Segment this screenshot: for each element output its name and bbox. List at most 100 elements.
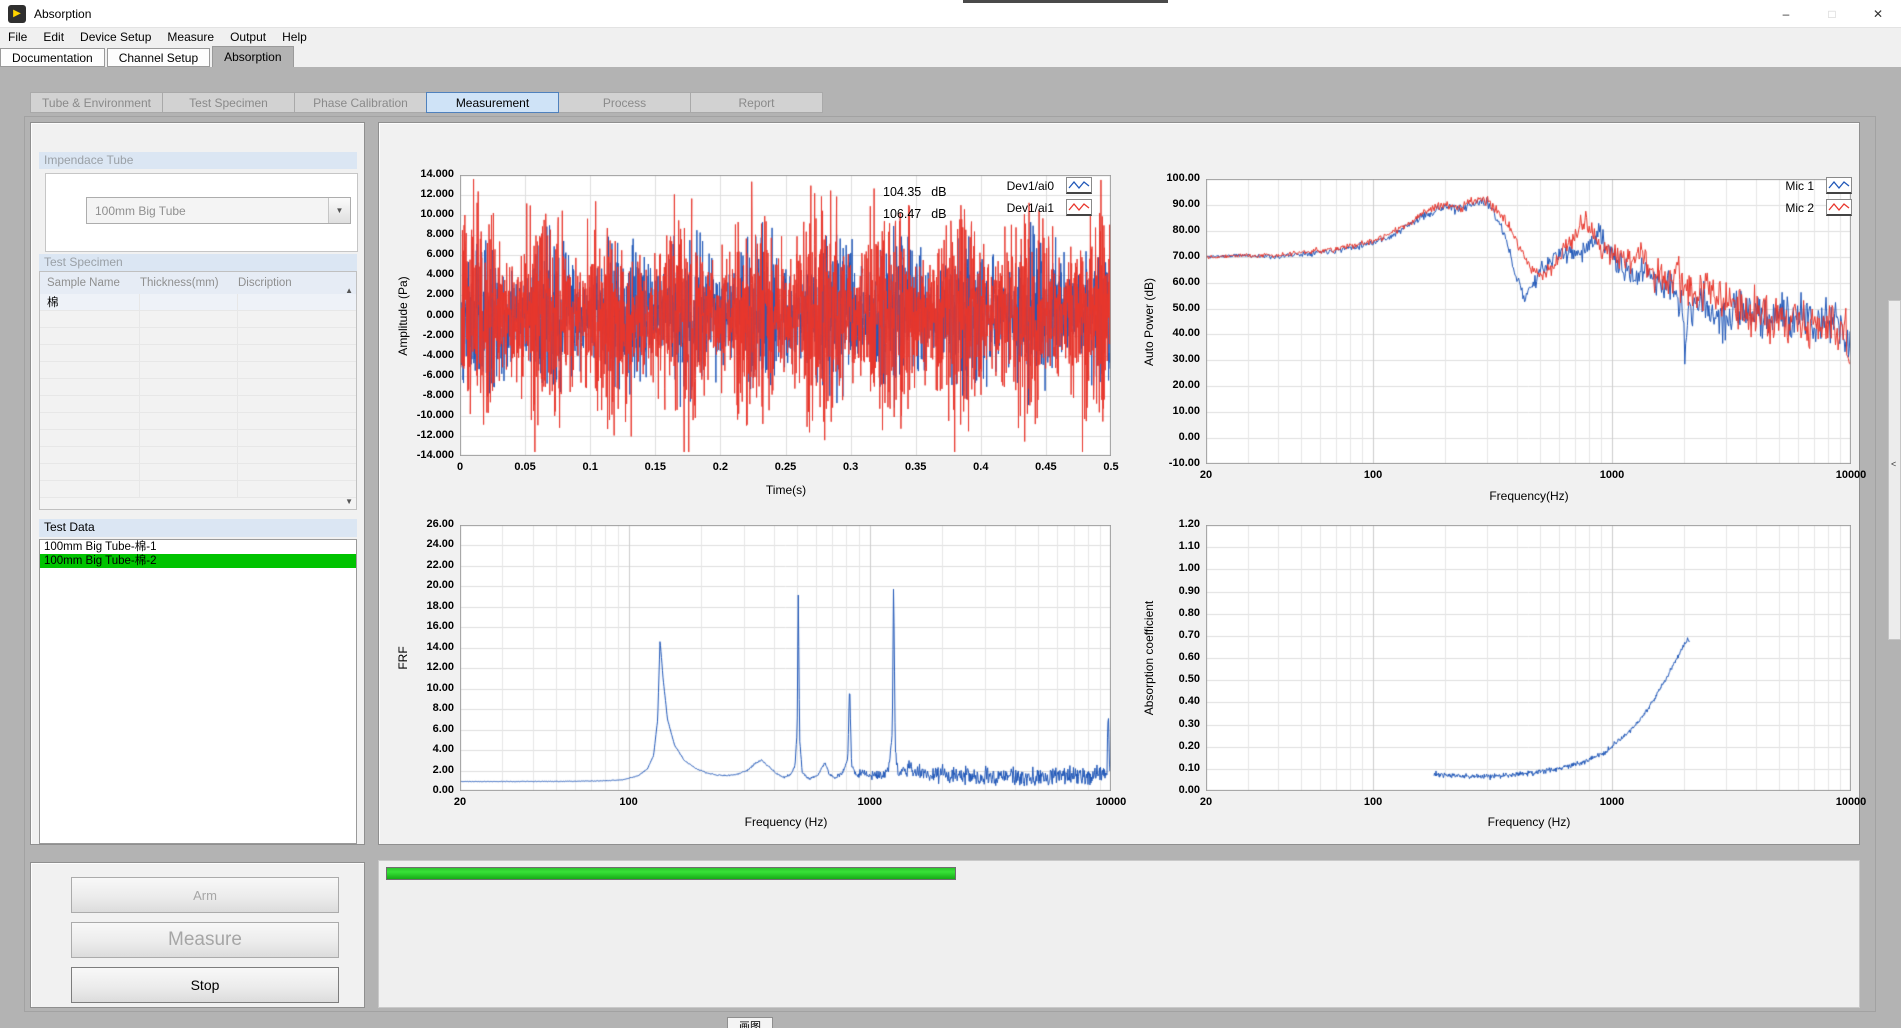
level-reading-ai0: 104.35 dB xyxy=(883,185,947,199)
menu-bar: File Edit Device Setup Measure Output He… xyxy=(0,28,1901,46)
progress-bar-fill xyxy=(387,868,955,879)
table-row-empty xyxy=(40,396,356,413)
tab-absorption[interactable]: Absorption xyxy=(212,46,293,67)
subtab-measurement[interactable]: Measurement xyxy=(426,92,559,113)
table-row-empty xyxy=(40,430,356,447)
c4-y-tick: 0.10 xyxy=(1126,762,1200,774)
window-title: Absorption xyxy=(34,7,91,21)
impedance-tube-header: Impendace Tube xyxy=(39,152,357,169)
tube-select-value: 100mm Big Tube xyxy=(87,204,328,218)
c3-x-tick: 20 xyxy=(430,796,490,808)
charts-panel: Amplitude (Pa) Time(s) Auto Power (dB) F… xyxy=(378,122,1860,845)
subtab-test-specimen[interactable]: Test Specimen xyxy=(162,92,295,113)
subtab-process[interactable]: Process xyxy=(558,92,691,113)
c4-y-tick: 0.00 xyxy=(1126,784,1200,796)
title-bar: ▶ Absorption – □ ✕ xyxy=(0,0,1901,28)
c1-x-tick: 0.05 xyxy=(495,461,555,473)
measure-button[interactable]: Measure xyxy=(71,922,339,958)
legend-mic-1[interactable]: Mic 1 xyxy=(1734,177,1852,194)
list-item[interactable]: 100mm Big Tube-棉-1 xyxy=(40,540,356,554)
hidden-bottom-tab[interactable]: 画图 xyxy=(727,1017,773,1028)
arm-button[interactable]: Arm xyxy=(71,877,339,913)
legend-label: Dev1/ai1 xyxy=(974,201,1054,215)
subtab-report[interactable]: Report xyxy=(690,92,823,113)
control-buttons-panel: Arm Measure Stop xyxy=(30,862,365,1008)
reading-unit: dB xyxy=(931,185,946,199)
c3-y-tick: 16.00 xyxy=(380,620,454,632)
c1-y-tick: -4.000 xyxy=(380,349,454,361)
c1-x-tick: 0 xyxy=(430,461,490,473)
c4-x-tick: 100 xyxy=(1343,796,1403,808)
close-button[interactable]: ✕ xyxy=(1855,0,1901,28)
tab-channel-setup[interactable]: Channel Setup xyxy=(107,48,210,67)
c3-y-tick: 14.00 xyxy=(380,641,454,653)
tube-select-dropdown[interactable]: 100mm Big Tube ▼ xyxy=(86,197,351,224)
right-splitter-strip[interactable]: < xyxy=(1888,300,1901,640)
c1-y-tick: 10.000 xyxy=(380,208,454,220)
c4-y-tick: 0.40 xyxy=(1126,695,1200,707)
c3-x-tick: 1000 xyxy=(840,796,900,808)
c3-y-tick: 6.00 xyxy=(380,723,454,735)
test-data-list[interactable]: 100mm Big Tube-棉-1 100mm Big Tube-棉-2 xyxy=(39,539,357,844)
content-area: Tube & Environment Test Specimen Phase C… xyxy=(0,67,1901,1028)
progress-bar xyxy=(386,867,956,880)
c1-y-tick: 4.000 xyxy=(380,268,454,280)
reading-value: 106.47 xyxy=(883,207,921,221)
collapse-left-icon[interactable]: < xyxy=(1891,459,1896,469)
chevron-down-icon[interactable]: ▼ xyxy=(328,198,350,223)
tab-documentation[interactable]: Documentation xyxy=(0,48,105,67)
maximize-button[interactable]: □ xyxy=(1809,0,1855,28)
c3-y-tick: 24.00 xyxy=(380,538,454,550)
c2-x-tick: 1000 xyxy=(1582,469,1642,481)
menu-file[interactable]: File xyxy=(0,28,35,46)
menu-edit[interactable]: Edit xyxy=(35,28,72,46)
scroll-up-icon[interactable]: ▲ xyxy=(345,286,353,295)
level-reading-ai1: 106.47 dB xyxy=(883,207,947,221)
c3-y-tick: 8.00 xyxy=(380,702,454,714)
c4-y-tick: 1.20 xyxy=(1126,518,1200,530)
table-row-empty xyxy=(40,464,356,481)
legend-label: Mic 2 xyxy=(1734,201,1814,215)
time-waveform-chart xyxy=(460,175,1111,456)
c2-x-axis-title: Frequency(Hz) xyxy=(1399,489,1659,503)
legend-dev1-ai0[interactable]: Dev1/ai0 xyxy=(974,177,1092,194)
c3-x-axis-title: Frequency (Hz) xyxy=(656,815,916,829)
col-sample-name: Sample Name xyxy=(40,277,140,289)
c4-y-tick: 0.30 xyxy=(1126,718,1200,730)
stop-button[interactable]: Stop xyxy=(71,967,339,1003)
cell-discription xyxy=(238,294,330,310)
table-row-empty xyxy=(40,345,356,362)
c2-y-tick: 20.00 xyxy=(1126,379,1200,391)
c2-y-tick: 80.00 xyxy=(1126,224,1200,236)
c2-y-tick: 100.00 xyxy=(1126,172,1200,184)
col-thickness: Thickness(mm) xyxy=(140,277,238,289)
legend-mic-2[interactable]: Mic 2 xyxy=(1734,199,1852,216)
left-sidebar-panel: Impendace Tube 100mm Big Tube ▼ Test Spe… xyxy=(30,122,365,845)
list-item-selected[interactable]: 100mm Big Tube-棉-2 xyxy=(40,554,356,568)
c3-y-tick: 12.00 xyxy=(380,661,454,673)
c4-x-tick: 20 xyxy=(1176,796,1236,808)
menu-measure[interactable]: Measure xyxy=(159,28,222,46)
reading-unit: dB xyxy=(931,207,946,221)
c3-x-tick: 10000 xyxy=(1081,796,1141,808)
test-specimen-table[interactable]: Sample Name Thickness(mm) Discription 棉 … xyxy=(39,271,357,510)
frf-chart xyxy=(460,525,1111,791)
c1-x-tick: 0.1 xyxy=(560,461,620,473)
line-style-icon xyxy=(1066,199,1092,216)
menu-help[interactable]: Help xyxy=(274,28,315,46)
status-panel xyxy=(378,860,1860,1008)
subtab-tube-environment[interactable]: Tube & Environment xyxy=(30,92,163,113)
c2-y-tick: -10.00 xyxy=(1126,457,1200,469)
table-row[interactable]: 棉 xyxy=(40,294,356,311)
legend-dev1-ai1[interactable]: Dev1/ai1 xyxy=(974,199,1092,216)
c1-y-tick: -8.000 xyxy=(380,389,454,401)
c1-y-tick: 12.000 xyxy=(380,188,454,200)
table-row-empty xyxy=(40,362,356,379)
subtab-phase-calibration[interactable]: Phase Calibration xyxy=(294,92,427,113)
test-specimen-table-header: Sample Name Thickness(mm) Discription xyxy=(40,272,356,294)
menu-device-setup[interactable]: Device Setup xyxy=(72,28,159,46)
menu-output[interactable]: Output xyxy=(222,28,274,46)
c2-y-tick: 50.00 xyxy=(1126,302,1200,314)
minimize-button[interactable]: – xyxy=(1763,0,1809,28)
scroll-down-icon[interactable]: ▼ xyxy=(345,497,353,506)
